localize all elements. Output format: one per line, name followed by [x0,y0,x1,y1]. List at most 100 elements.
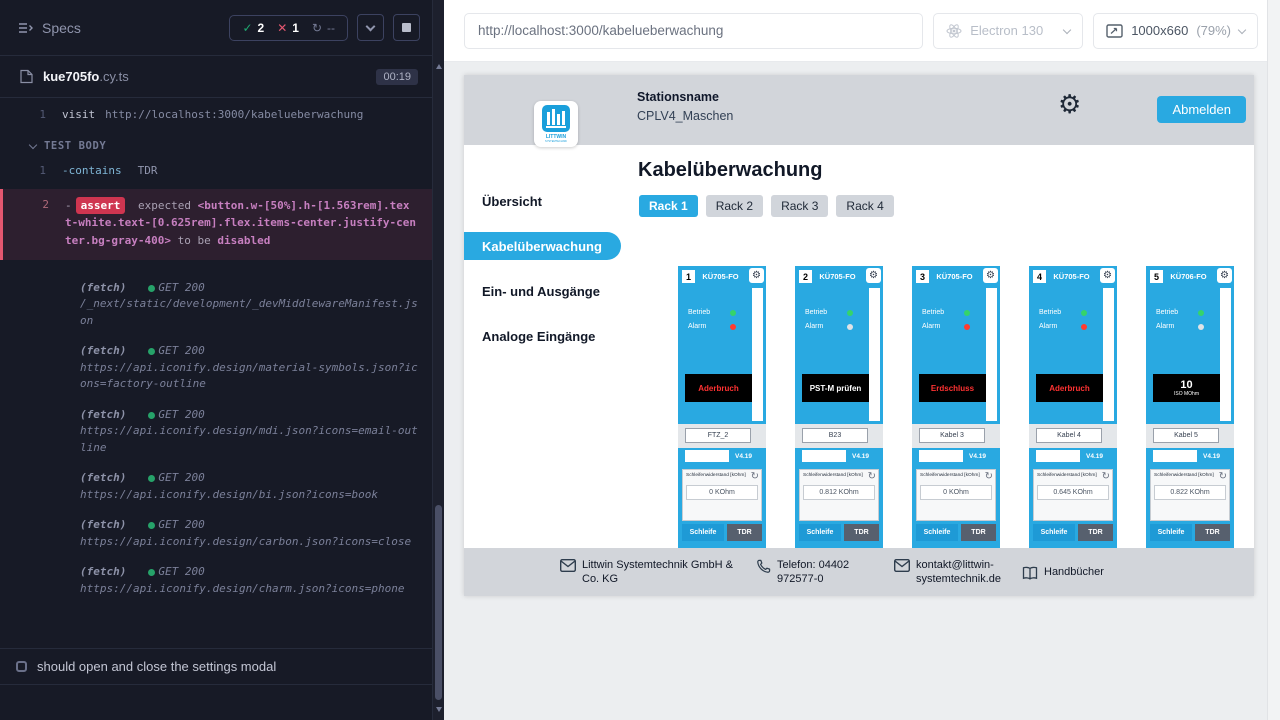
refresh-icon[interactable]: ↻ [1102,472,1110,482]
reporter-header: Specs ✓2 ✕1 ↻-- [0,0,432,56]
device-model-label: KÜ706-FO [1163,272,1214,281]
logout-button[interactable]: Abmelden [1157,96,1246,123]
resistance-panel: Schleifenwiderstand [kOhm] ↻ 0.822 KOhm [1150,469,1230,521]
app-viewport: LITTWIN SYSTEMTECHNIK Stationsname CPLV4… [464,75,1254,596]
test-body-section-toggle[interactable]: TEST BODY [0,127,432,161]
resistance-label: Schleifenwiderstand [kOhm] [800,470,878,479]
browser-name: Electron 130 [970,23,1043,38]
device-settings-button[interactable]: ⚙ [1100,268,1115,283]
gear-icon: ⚙ [986,271,995,281]
refresh-icon[interactable]: ↻ [868,472,876,482]
line-number: 2 [3,197,65,250]
schleife-button[interactable]: Schleife [682,524,724,541]
footer-manuals[interactable]: Handbücher [1022,565,1112,580]
visit-command-row[interactable]: 1 visit http://localhost:3000/kabelueber… [0,104,432,127]
device-model-label: KÜ705-FO [929,272,980,281]
sidebar-item-kabelueberwachung[interactable]: Kabelüberwachung [464,232,621,260]
chevron-down-icon [1063,25,1071,33]
collapse-button[interactable] [357,14,384,41]
gear-icon: ⚙ [869,271,878,281]
cable-name-field[interactable]: Kabel 3 [919,428,985,443]
fetch-log-row[interactable]: (fetch)GET 200 https://api.iconify.desig… [80,343,418,393]
cable-name-field[interactable]: FTZ_2 [685,428,751,443]
fetch-log-row[interactable]: (fetch)GET 200 /_next/static/development… [80,280,418,330]
sidebar-item-uebersicht[interactable]: Übersicht [464,187,636,215]
page-scrollbar[interactable] [1267,0,1280,720]
page-title: Kabelüberwachung [638,159,1254,182]
status-ok-dot-icon [148,348,155,355]
viewport-select[interactable]: 1000x660 (79%) [1093,13,1258,49]
tdr-button[interactable]: TDR [1078,524,1113,541]
viewport-icon [1106,24,1123,38]
app-sidebar: Übersicht Kabelüberwachung Ein- und Ausg… [464,145,636,596]
resistance-label: Schleifenwiderstand [kOhm] [917,470,995,479]
reporter-scrollbar[interactable] [432,0,444,720]
device-settings-button[interactable]: ⚙ [1217,268,1232,283]
device-model-label: KÜ705-FO [812,272,863,281]
browser-select[interactable]: Electron 130 [933,13,1083,49]
station-label: Stationsname [637,90,733,104]
tdr-button[interactable]: TDR [844,524,879,541]
cable-name-field[interactable]: Kabel 4 [1036,428,1102,443]
settings-gear-icon[interactable]: ⚙ [1058,91,1081,117]
fetch-url: https://api.iconify.design/material-symb… [80,361,418,391]
tab-rack-3[interactable]: Rack 3 [771,195,828,217]
schleife-button[interactable]: Schleife [916,524,958,541]
contains-command: -contains [62,163,122,180]
chevron-down-icon [29,141,37,149]
sidebar-item-analoge-eingaenge[interactable]: Analoge Eingänge [464,322,636,350]
tdr-button[interactable]: TDR [961,524,996,541]
stat-pending: ↻-- [312,21,335,35]
fetch-log-row[interactable]: (fetch)GET 200 https://api.iconify.desig… [80,470,418,503]
line-number: 1 [0,163,62,180]
check-icon: ✓ [242,21,252,35]
next-test-row[interactable]: should open and close the settings modal [0,648,432,685]
fetch-log-row[interactable]: (fetch)GET 200 https://api.iconify.desig… [80,564,418,597]
tab-rack-2[interactable]: Rack 2 [706,195,763,217]
stop-button[interactable] [393,14,420,41]
schleife-button[interactable]: Schleife [799,524,841,541]
mail-icon [560,559,576,572]
electron-icon [946,23,962,39]
scrollbar-thumb[interactable] [435,505,442,700]
resistance-value: 0.812 KOhm [803,485,875,500]
fetch-log-row[interactable]: (fetch)GET 200 https://api.iconify.desig… [80,517,418,550]
mail-icon [894,559,910,572]
device-settings-button[interactable]: ⚙ [983,268,998,283]
cable-name-field[interactable]: Kabel 5 [1153,428,1219,443]
sidebar-item-ein-und-ausgaenge[interactable]: Ein- und Ausgänge [464,277,636,305]
network-log-list: (fetch)GET 200 /_next/static/development… [0,260,432,598]
aut-panel: http://localhost:3000/kabelueberwachung … [444,0,1280,720]
visit-command: visit [62,107,95,124]
schleife-button[interactable]: Schleife [1150,524,1192,541]
test-stats[interactable]: ✓2 ✕1 ↻-- [229,15,348,41]
spec-header[interactable]: kue705fo.cy.ts 00:19 [0,56,432,98]
status-ok-dot-icon [148,569,155,576]
fetch-url: https://api.iconify.design/carbon.json?i… [80,535,411,548]
alarm-led [847,324,853,330]
footer-phone[interactable]: Telefon: 04402 972577-0 [756,558,878,587]
fetch-log-row[interactable]: (fetch)GET 200 https://api.iconify.desig… [80,407,418,457]
cable-name-field[interactable]: B23 [802,428,868,443]
resistance-value: 0.645 KOhm [1037,485,1109,500]
tdr-button[interactable]: TDR [727,524,762,541]
url-input[interactable]: http://localhost:3000/kabelueberwachung [464,13,923,49]
failed-assert-row[interactable]: 2 -assert expected <button.w-[50%].h-[1.… [0,189,432,260]
tab-rack-4[interactable]: Rack 4 [836,195,893,217]
refresh-icon[interactable]: ↻ [1219,472,1227,482]
schleife-button[interactable]: Schleife [1033,524,1075,541]
device-number-badge: 1 [682,270,695,283]
tab-rack-1[interactable]: Rack 1 [639,195,698,217]
device-settings-button[interactable]: ⚙ [749,268,764,283]
refresh-icon[interactable]: ↻ [751,472,759,482]
refresh-icon[interactable]: ↻ [985,472,993,482]
device-settings-button[interactable]: ⚙ [866,268,881,283]
scroll-up-icon[interactable] [436,64,442,69]
scroll-down-icon[interactable] [436,707,442,712]
tdr-button[interactable]: TDR [1195,524,1230,541]
betrieb-led [1081,310,1087,316]
footer-email[interactable]: kontakt@littwin-systemtechnik.de [894,558,1006,587]
resistance-panel: Schleifenwiderstand [kOhm] ↻ 0 KOhm [682,469,762,521]
specs-menu-button[interactable]: Specs [18,20,81,36]
contains-command-row[interactable]: 1 -contains TDR [0,160,432,183]
